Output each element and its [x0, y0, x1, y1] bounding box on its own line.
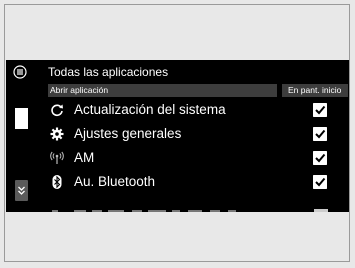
header: Todas las aplicaciones: [6, 60, 349, 84]
list-item-label: Ajustes generales: [74, 126, 182, 141]
double-chevron-down-icon: [18, 186, 25, 195]
column-header-app-label: Abrir aplicación: [50, 85, 109, 95]
bluetooth-icon: [52, 175, 62, 189]
menu-icon[interactable]: [13, 65, 27, 79]
column-header-app: Abrir aplicación: [48, 84, 277, 97]
head-unit-screen: Todas las aplicaciones Abrir aplicación …: [6, 60, 349, 212]
scroll-down-button[interactable]: [15, 180, 28, 201]
gear-icon: [50, 127, 64, 141]
refresh-icon: [51, 104, 63, 117]
column-header-home-label: En pant. inicio: [288, 85, 342, 95]
column-header-home: En pant. inicio: [282, 84, 348, 97]
home-screen-checkbox[interactable]: [313, 103, 327, 117]
list-item[interactable]: AM: [50, 148, 346, 172]
home-screen-checkbox[interactable]: [313, 175, 327, 189]
list-item-partial: [52, 209, 328, 212]
list-item[interactable]: Actualización del sistema: [50, 100, 346, 124]
page-title: Todas las aplicaciones: [48, 65, 169, 79]
list-item-label: AM: [74, 150, 95, 165]
list-item[interactable]: Au. Bluetooth: [50, 172, 346, 196]
home-screen-checkbox[interactable]: [313, 151, 327, 165]
scrollbar-thumb[interactable]: [15, 108, 28, 129]
list-item[interactable]: Ajustes generales: [50, 124, 346, 148]
home-screen-checkbox[interactable]: [313, 127, 327, 141]
radio-antenna-icon: [50, 151, 64, 164]
list-item-label: Au. Bluetooth: [74, 174, 156, 189]
list-item-label: Actualización del sistema: [74, 102, 226, 117]
